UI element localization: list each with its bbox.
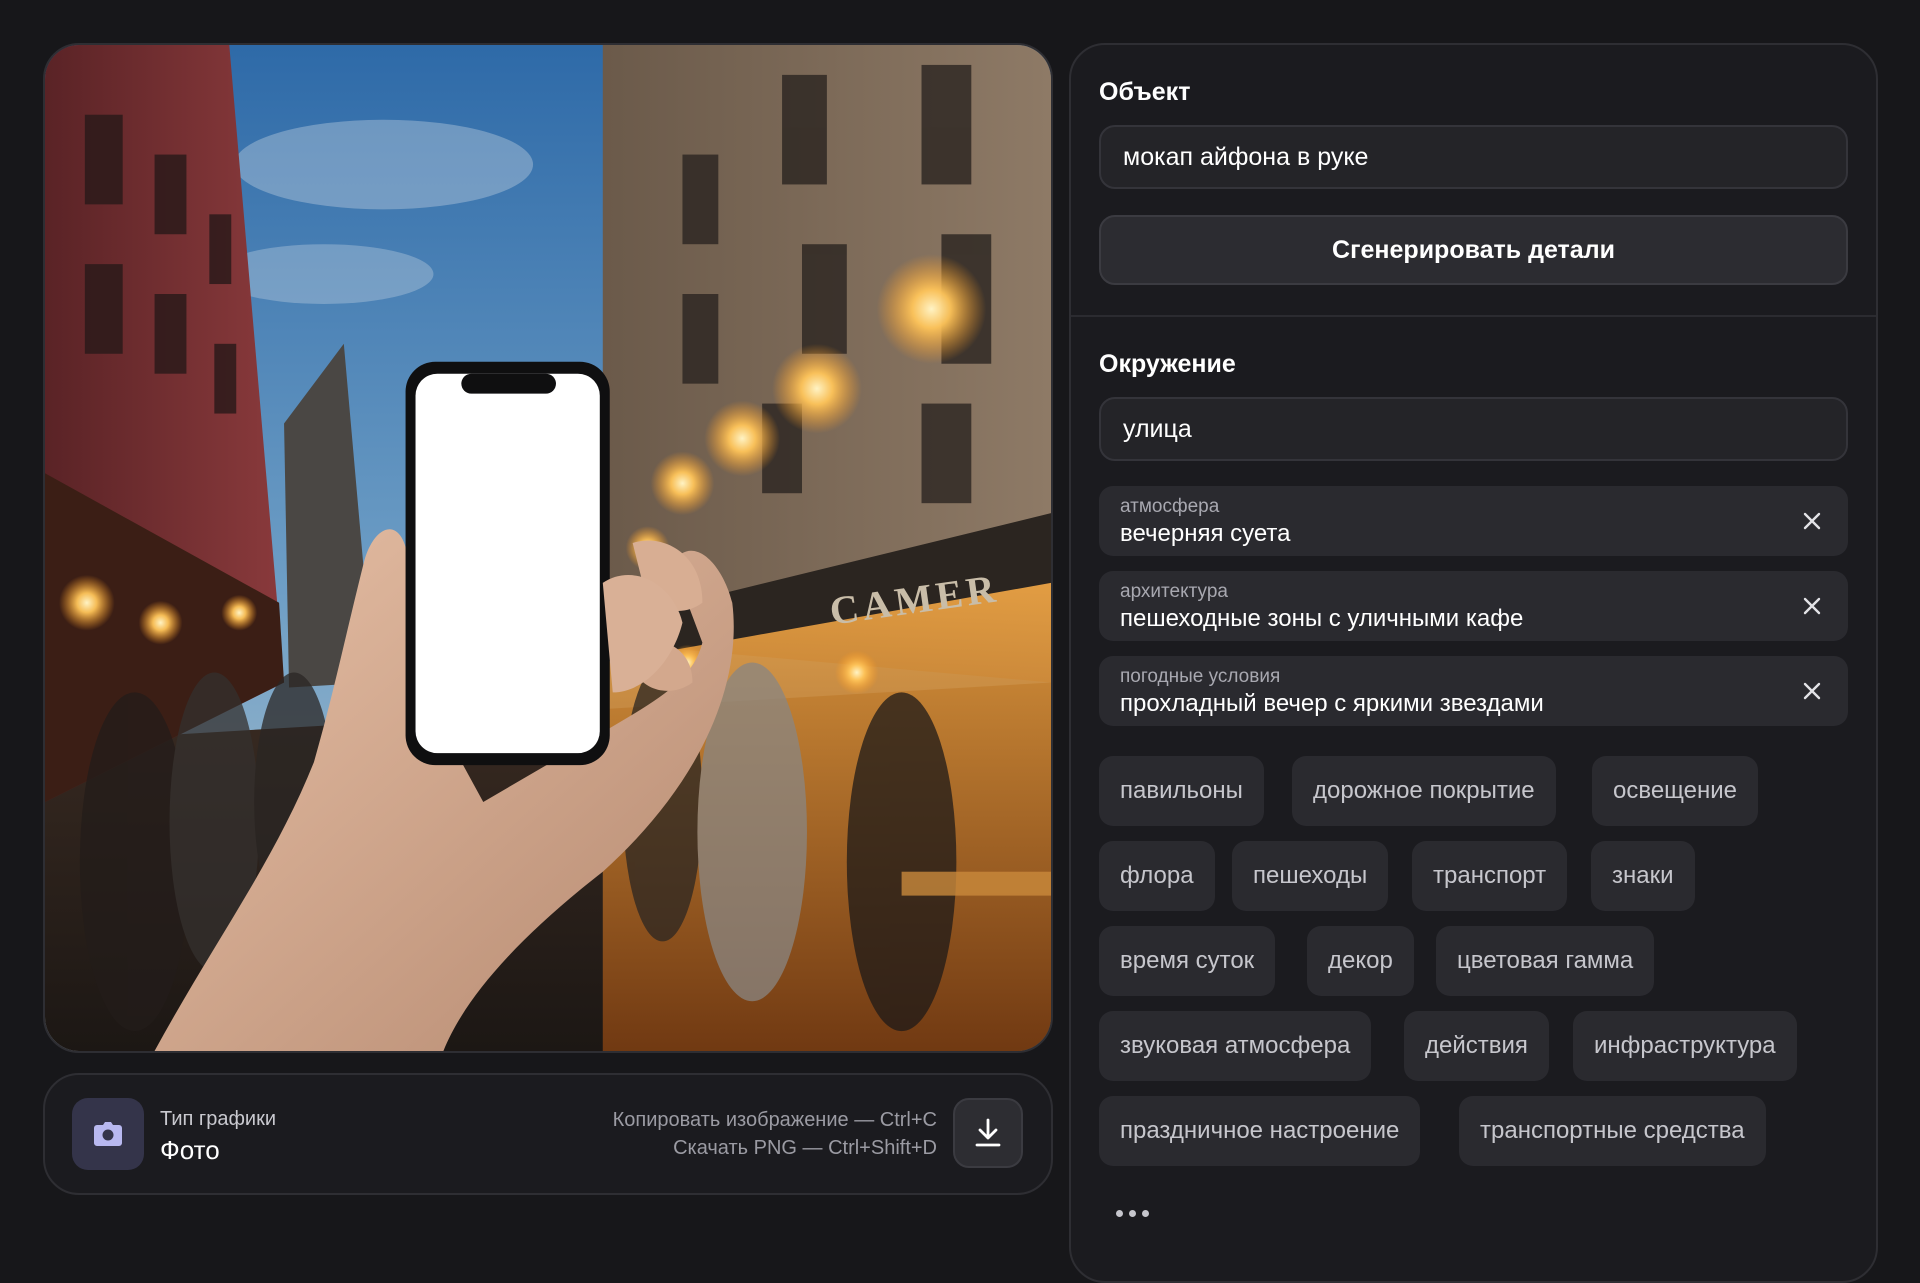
suggestion-chip[interactable]: время суток [1099,926,1276,996]
selected-tag: атмосфера вечерняя суета [1099,486,1848,556]
graphic-type-value: Фото [160,1135,220,1165]
copy-shortcut-hint: Копировать изображение — Ctrl+C [612,1109,937,1131]
street-photo: CAMER [45,45,1051,1051]
close-icon[interactable] [1800,679,1824,703]
environment-section-title: Окружение [1099,350,1236,378]
suggestion-chip[interactable]: флора [1099,841,1215,911]
generate-details-button[interactable]: Сгенерировать детали [1099,215,1848,285]
download-icon [975,1118,1001,1147]
section-divider [1071,315,1876,317]
graphic-type-label: Тип графики [160,1108,276,1130]
settings-panel: Объект мокап айфона в руке Сгенерировать… [1069,43,1878,1283]
close-icon[interactable] [1800,509,1824,533]
selected-tag: архитектура пешеходные зоны с уличными к… [1099,571,1848,641]
suggestion-chip[interactable]: пешеходы [1232,841,1389,911]
suggestion-chip[interactable]: транспорт [1412,841,1568,911]
tag-value: вечерняя суета [1120,520,1291,547]
tag-key: атмосфера [1120,496,1220,517]
suggestion-chip[interactable]: знаки [1591,841,1695,911]
tag-key: погодные условия [1120,666,1281,687]
suggestion-chip[interactable]: дорожное покрытие [1292,756,1556,826]
suggestion-chip[interactable]: павильоны [1099,756,1264,826]
suggestion-chip[interactable]: звуковая атмосфера [1099,1011,1372,1081]
suggestion-chip[interactable]: цветовая гамма [1436,926,1655,996]
tag-value: прохладный вечер с яркими звездами [1120,690,1544,717]
download-button[interactable] [953,1098,1023,1168]
download-shortcut-hint: Скачать PNG — Ctrl+Shift+D [673,1137,937,1159]
tag-value: пешеходные зоны с уличными кафе [1120,605,1524,632]
suggestion-chip[interactable]: освещение [1592,756,1759,826]
environment-input[interactable]: улица [1099,397,1848,461]
suggestion-chip[interactable]: инфраструктура [1573,1011,1797,1081]
suggestion-chip[interactable]: праздничное настроение [1099,1096,1421,1166]
object-section-title: Объект [1099,78,1191,106]
suggestion-chip[interactable]: транспортные средства [1459,1096,1766,1166]
close-icon[interactable] [1800,594,1824,618]
selected-tag: погодные условия прохладный вечер с ярки… [1099,656,1848,726]
suggestion-chip[interactable]: действия [1404,1011,1549,1081]
image-preview: CAMER [43,43,1053,1053]
image-info-bar: Тип графики Фото Копировать изображение … [43,1073,1053,1195]
tag-key: архитектура [1120,581,1228,602]
camera-icon [72,1098,144,1170]
more-options-icon[interactable] [1116,1210,1149,1217]
suggestion-chip[interactable]: декор [1307,926,1414,996]
object-input[interactable]: мокап айфона в руке [1099,125,1848,189]
